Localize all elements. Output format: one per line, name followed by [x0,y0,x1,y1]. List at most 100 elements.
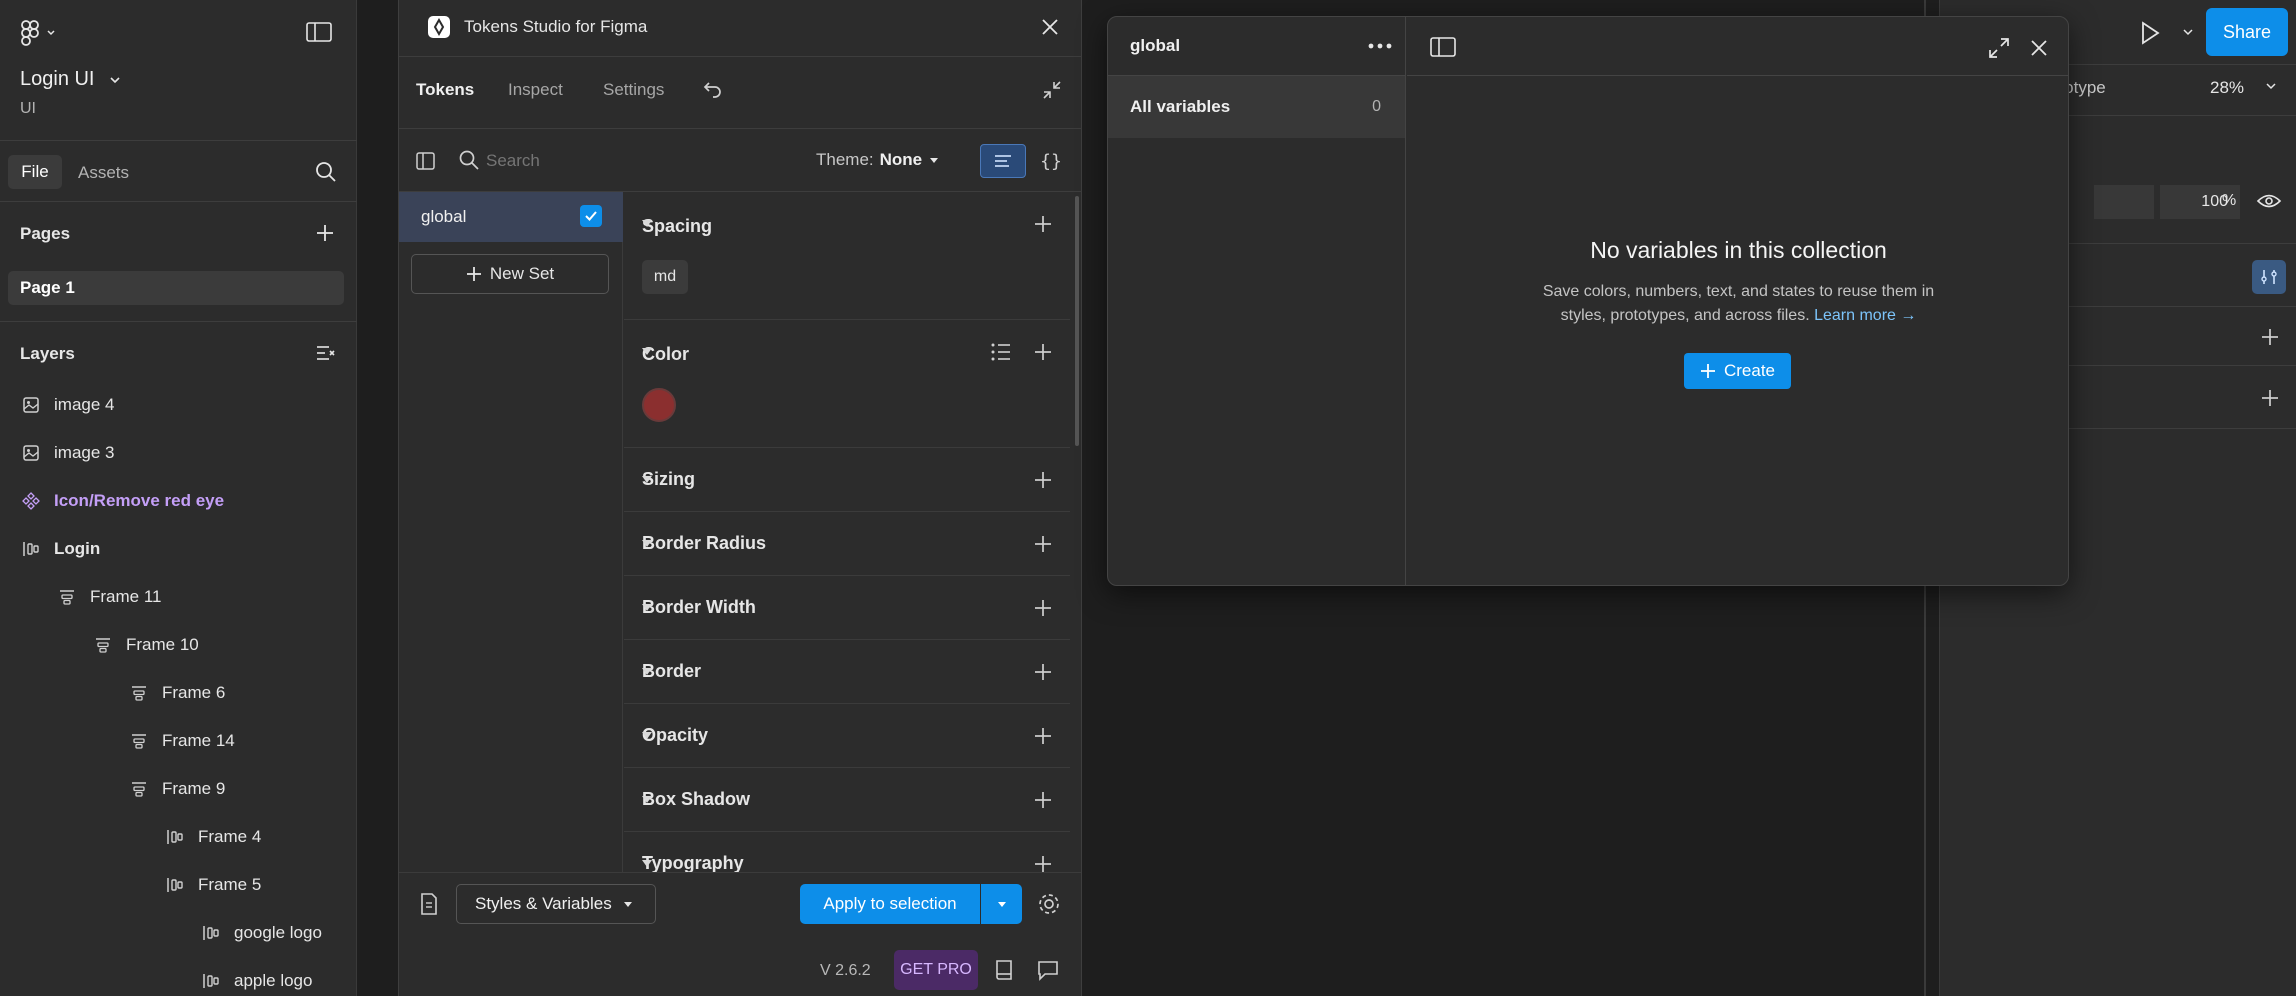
close-icon[interactable] [1041,18,1059,36]
toggle-sidebar-icon[interactable] [306,22,332,42]
section-title[interactable]: Typography [642,853,744,874]
scrollbar[interactable] [1075,196,1079,446]
all-variables-item[interactable]: All variables 0 [1108,76,1405,138]
layer-name: image 3 [54,443,115,462]
chevron-down-icon [47,30,55,36]
new-set-button[interactable]: New Set [411,254,609,294]
section-title[interactable]: Spacing [642,216,712,237]
layer-item[interactable]: Login [22,534,100,564]
zoom-level[interactable]: 28% [2210,78,2244,98]
play-icon[interactable] [2138,20,2162,46]
caret-icon[interactable] [642,540,652,547]
layer-item[interactable]: image 4 [22,390,114,420]
local-variables-dialog: global All variables 0 No variables in t… [1107,16,2069,586]
add-token-icon[interactable] [1033,662,1053,682]
feedback-icon[interactable] [1037,959,1059,981]
figma-logo-icon [21,20,39,46]
opacity-unit: % [2222,192,2237,209]
add-page-icon[interactable] [315,223,335,243]
apply-options-button[interactable] [981,884,1022,924]
caret-icon[interactable] [642,732,652,739]
plugin-logo-icon [428,16,450,38]
caret-icon[interactable] [642,604,652,611]
add-token-icon[interactable] [1033,470,1053,490]
collection-name[interactable]: global [1130,36,1180,56]
eye-icon[interactable] [2256,192,2282,210]
section-title[interactable]: Border Radius [642,533,766,554]
minimize-icon[interactable] [1042,80,1062,100]
layer-item[interactable]: Frame 6 [130,678,225,708]
tab-assets[interactable]: Assets [78,163,129,183]
add-token-icon[interactable] [1033,534,1053,554]
caret-icon[interactable] [642,220,652,227]
learn-more-link[interactable]: Learn more → [1814,307,1916,324]
component-icon [22,492,40,510]
section-title[interactable]: Box Shadow [642,789,750,810]
color-token-swatch[interactable] [642,388,676,422]
add-token-icon[interactable] [1033,598,1053,618]
search-icon[interactable] [315,161,337,183]
expand-icon[interactable] [1988,37,2010,59]
file-sync-icon[interactable] [418,892,440,916]
main-menu-button[interactable] [20,20,56,46]
gear-icon[interactable] [1037,892,1061,916]
layer-item[interactable]: image 3 [22,438,114,468]
styles-variables-dropdown[interactable]: Styles & Variables [456,884,656,924]
frame-horizontal-icon [166,876,184,894]
frame-horizontal-icon [202,972,220,990]
page-item[interactable]: Page 1 [8,271,344,305]
apply-to-selection-button[interactable]: Apply to selection [800,884,980,924]
add-token-icon[interactable] [1033,726,1053,746]
close-icon[interactable] [2030,39,2048,57]
more-options-icon[interactable] [1368,43,1392,49]
caret-icon[interactable] [642,476,652,483]
add-spacing-icon[interactable] [1033,214,1053,234]
divider [398,56,1082,57]
add-export-icon[interactable] [2260,388,2280,408]
caret-icon[interactable] [642,348,652,355]
frame-vertical-icon [130,780,148,798]
layer-item[interactable]: Frame 4 [166,822,261,852]
book-icon[interactable] [994,959,1014,981]
layer-item[interactable]: Icon/Remove red eye [22,486,224,516]
caret-icon[interactable] [642,796,652,803]
caret-icon[interactable] [642,860,652,867]
get-pro-button[interactable]: GET PRO [894,950,978,990]
tab-file[interactable]: File [8,155,62,189]
layer-item[interactable]: Frame 11 [58,582,162,612]
sidebar-toggle-icon[interactable] [1430,37,1456,57]
layer-item[interactable]: Frame 5 [166,870,261,900]
list-view-button[interactable] [980,144,1026,178]
add-color-icon[interactable] [1033,342,1053,362]
collapse-layers-icon[interactable] [315,343,337,363]
tab-inspect[interactable]: Inspect [508,80,563,100]
layer-item[interactable]: apple logo [202,966,312,996]
create-variable-button[interactable]: Create [1684,353,1791,389]
layer-item[interactable]: google logo [202,918,322,948]
caret-icon[interactable] [642,668,652,675]
tab-settings[interactable]: Settings [603,80,664,100]
layer-item[interactable]: Frame 9 [130,774,225,804]
tab-tokens[interactable]: Tokens [416,80,474,100]
sidebar-toggle-icon[interactable] [416,152,436,170]
share-button[interactable]: Share [2206,8,2288,56]
spacing-token-md[interactable]: md [642,260,688,294]
json-view-button[interactable]: {} [1030,144,1072,178]
chevron-down-icon[interactable] [2183,28,2193,36]
file-name-dropdown[interactable]: Login UI [20,68,121,91]
add-token-icon[interactable] [1033,790,1053,810]
list-view-icon[interactable] [990,342,1012,362]
undo-icon[interactable] [703,80,723,98]
apply-variable-button[interactable] [2252,260,2286,294]
section-title[interactable]: Border Width [642,597,756,618]
pages-header: Pages [20,224,71,243]
search-input[interactable] [486,147,686,175]
add-token-icon[interactable] [1033,854,1053,874]
layer-item[interactable]: Frame 14 [130,726,235,756]
token-set-checkbox[interactable] [580,205,602,227]
add-effect-icon[interactable] [2260,327,2280,347]
create-label: Create [1723,361,1776,380]
chevron-down-icon[interactable] [2266,82,2276,90]
layer-item[interactable]: Frame 10 [94,630,199,660]
theme-selector[interactable]: Theme: None [816,150,940,170]
